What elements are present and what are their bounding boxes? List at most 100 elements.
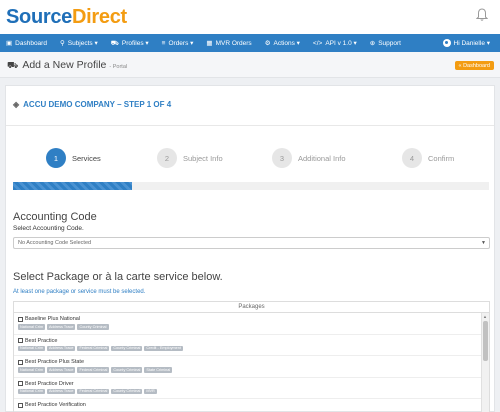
package-option[interactable]: Best Practice (18, 338, 478, 344)
dashboard-button[interactable]: « Dashboard (454, 61, 494, 70)
package-requirement-note: At least one package or service must be … (13, 289, 146, 295)
package-name: Best Practice Verification (25, 402, 86, 408)
service-tag: National Crim (18, 367, 45, 373)
nav-item-label: Orders ▾ (168, 40, 194, 47)
card-title: ◈ ACCU DEMO COMPANY – STEP 1 OF 4 (13, 100, 172, 109)
step-label: Subject Info (183, 153, 223, 163)
list-icon: ≡ (161, 39, 166, 47)
nav-item-orders[interactable]: ≡ Orders ▾ (161, 39, 194, 48)
search-icon: ⚲ (59, 40, 65, 47)
top-bar: SourceDirect (0, 0, 500, 34)
package-checkbox[interactable] (18, 316, 23, 322)
package-services: National Crim Address Trace County Crimina… (18, 324, 478, 330)
nav-item-label: Dashboard (15, 39, 47, 47)
nav-item-subjects[interactable]: ⚲ Subjects ▾ (60, 39, 98, 47)
package-name: Baseline Plus National (25, 316, 81, 322)
service-tag: Federal Criminal (77, 388, 110, 395)
service-tag: County Criminal (111, 345, 143, 352)
service-tag: MVR (144, 388, 157, 395)
user-avatar-icon (442, 39, 451, 47)
step-label: Services (72, 153, 101, 163)
package-checkbox[interactable] (18, 381, 23, 386)
nav-item-dashboard[interactable]: ▣ Dashboard (6, 39, 47, 48)
nav-item-label: Support (378, 39, 401, 47)
package-services: National Crim Address Trace Federal Crimin… (18, 367, 478, 373)
package-row: Best Practice National Crim Address Trace F… (14, 335, 482, 356)
nav-item-label: Actions ▾ (273, 40, 300, 47)
profile-wizard-card: ◈ ACCU DEMO COMPANY – STEP 1 OF 4 1 Servi… (5, 85, 495, 412)
user-menu[interactable]: Hi Danielle ▾ (442, 34, 491, 52)
package-option[interactable]: Best Practice Driver (18, 381, 478, 387)
service-tag: Address Trace (47, 324, 76, 330)
caret-down-icon: ▼ (481, 240, 486, 246)
page-title: ⛟ Add a New Profile - Portal (7, 59, 128, 71)
step-label: Additional Info (298, 153, 346, 163)
nav-item-label: Subjects ▾ (67, 40, 98, 47)
package-section-heading: Select Package or à la carte service bel… (13, 271, 223, 283)
bell-icon[interactable] (476, 8, 488, 22)
service-tag: Federal Criminal (77, 345, 110, 352)
dashboard-icon: ▣ (6, 40, 13, 47)
package-name: Best Practice Plus State (25, 359, 84, 365)
nav-item-actions[interactable]: ⚙ Actions ▾ (265, 39, 300, 47)
service-tag: Address Trace (47, 388, 76, 395)
package-row: Best Practice Driver National Crim Address… (14, 378, 482, 399)
accounting-code-select[interactable]: No Accounting Code Selected ▼ (13, 237, 490, 249)
cart-icon: ⛟ (7, 60, 19, 70)
service-tag: National Crim (18, 388, 45, 395)
step-number: 1 (46, 148, 66, 168)
package-list: Baseline Plus National National Crim Addre… (14, 313, 482, 412)
package-option[interactable]: Baseline Plus National (18, 316, 478, 322)
service-tag: Credit - Employment (144, 345, 183, 352)
nav-item-label: API v 1.0 ▾ (325, 40, 357, 47)
step-number: 3 (272, 148, 292, 168)
package-services: National Crim Address Trace Federal Crimin… (18, 345, 478, 352)
service-tag: National Crim (18, 324, 45, 330)
nav-item-mvr-orders[interactable]: ▦ MVR Orders (206, 39, 252, 48)
nav-item-label: Profiles ▾ (121, 40, 149, 47)
wizard-progress-bar (13, 182, 489, 190)
package-name: Best Practice Driver (25, 380, 74, 387)
packages-scrollbar[interactable]: ▲ (481, 313, 489, 412)
cart-icon: ⛟ (110, 39, 119, 47)
service-tag: Address Trace (47, 367, 76, 373)
service-tag: State Criminal (144, 367, 173, 373)
packages-panel-title: Packages (14, 302, 489, 313)
nav-item-label: MVR Orders (215, 39, 252, 47)
scroll-up-icon[interactable]: ▲ (483, 314, 487, 319)
step-number: 4 (402, 148, 422, 168)
package-checkbox[interactable] (18, 338, 23, 343)
page-title-bar: ⛟ Add a New Profile - Portal « Dashboard (0, 52, 500, 78)
gear-icon: ⚙ (264, 40, 271, 47)
package-option[interactable]: Best Practice Plus State (18, 359, 478, 365)
scroll-thumb[interactable] (483, 321, 488, 361)
nav-item-api-v-1-0[interactable]: </> API v 1.0 ▾ (313, 39, 357, 48)
package-checkbox[interactable] (18, 402, 23, 408)
layers-icon: ◈ (13, 100, 20, 109)
service-tag: County Criminal (111, 388, 143, 395)
user-greeting: Hi Danielle ▾ (453, 40, 491, 47)
wizard-step-1: 1 Services (46, 148, 101, 168)
source-direct-logo[interactable]: SourceDirect (6, 6, 127, 29)
nav-item-profiles[interactable]: ⛟ Profiles ▾ (111, 39, 149, 48)
accounting-code-label: Select Accounting Code. (13, 225, 84, 232)
step-label: Confirm (428, 153, 455, 163)
plus-circle-icon: ⊕ (369, 40, 376, 47)
wizard-step-4: 4 Confirm (402, 148, 454, 168)
package-checkbox[interactable] (18, 359, 23, 365)
step-number: 2 (157, 148, 177, 168)
package-row: Baseline Plus National National Crim Addre… (14, 313, 482, 335)
accounting-code-heading: Accounting Code (13, 211, 97, 223)
packages-panel: Packages Baseline Plus National National … (13, 301, 490, 412)
package-services: National Crim Address Trace Federal Crimin… (18, 388, 478, 395)
nav-item-support[interactable]: ⊕ Support (369, 39, 401, 48)
main-nav: ▣ Dashboard ⚲ Subjects ▾ ⛟ Profiles ▾ ≡ Orders … (0, 34, 500, 52)
service-tag: Address Trace (47, 345, 76, 352)
package-row: Best Practice Verification (14, 399, 482, 412)
service-tag: National Crim (18, 345, 45, 352)
package-row: Best Practice Plus State National Crim Add… (14, 356, 482, 378)
wizard-step-2: 2 Subject Info (157, 148, 223, 168)
table-icon: ▦ (206, 40, 213, 47)
package-name: Best Practice (25, 337, 58, 344)
package-option[interactable]: Best Practice Verification (18, 402, 478, 408)
